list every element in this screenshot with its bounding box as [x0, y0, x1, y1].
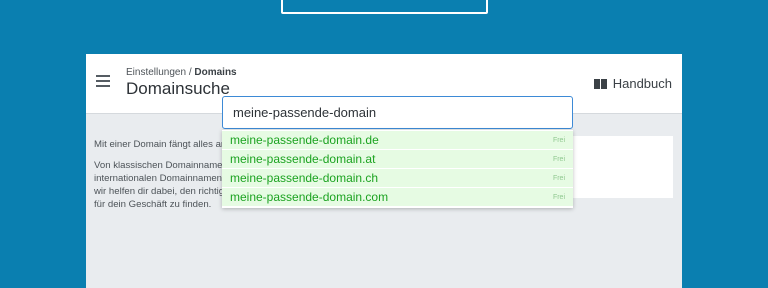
suggestion-de[interactable]: meine-passende-domain.de Frei: [222, 131, 573, 150]
manual-link[interactable]: Handbuch: [593, 76, 672, 91]
manual-label: Handbuch: [612, 76, 672, 91]
suggestion-status: Frei: [552, 155, 565, 163]
suggestion-status: Frei: [552, 174, 565, 182]
breadcrumb: Einstellungen / Domains: [126, 67, 237, 78]
suggestion-ch[interactable]: meine-passende-domain.ch Frei: [222, 169, 573, 188]
suggestion-at[interactable]: meine-passende-domain.at Frei: [222, 150, 573, 169]
breadcrumb-current: Domains: [194, 67, 237, 78]
suggestion-domain: meine-passende-domain.de: [230, 133, 379, 147]
suggestion-status: Frei: [552, 193, 565, 201]
suggestion-domain: meine-passende-domain.at: [230, 152, 376, 166]
page-title: Domainsuche: [126, 79, 230, 98]
top-outline-button[interactable]: [281, 0, 488, 14]
suggestion-com[interactable]: meine-passende-domain.com Frei: [222, 188, 573, 207]
domain-suggestions-dropdown: meine-passende-domain.de Frei meine-pass…: [222, 130, 573, 208]
hamburger-menu-icon[interactable]: [96, 75, 110, 87]
suggestion-status: Frei: [552, 136, 565, 144]
domain-search-input[interactable]: [222, 96, 573, 129]
breadcrumb-parent[interactable]: Einstellungen: [126, 67, 186, 78]
suggestion-domain: meine-passende-domain.com: [230, 190, 389, 204]
book-icon: [593, 78, 607, 90]
suggestion-domain: meine-passende-domain.ch: [230, 171, 379, 185]
